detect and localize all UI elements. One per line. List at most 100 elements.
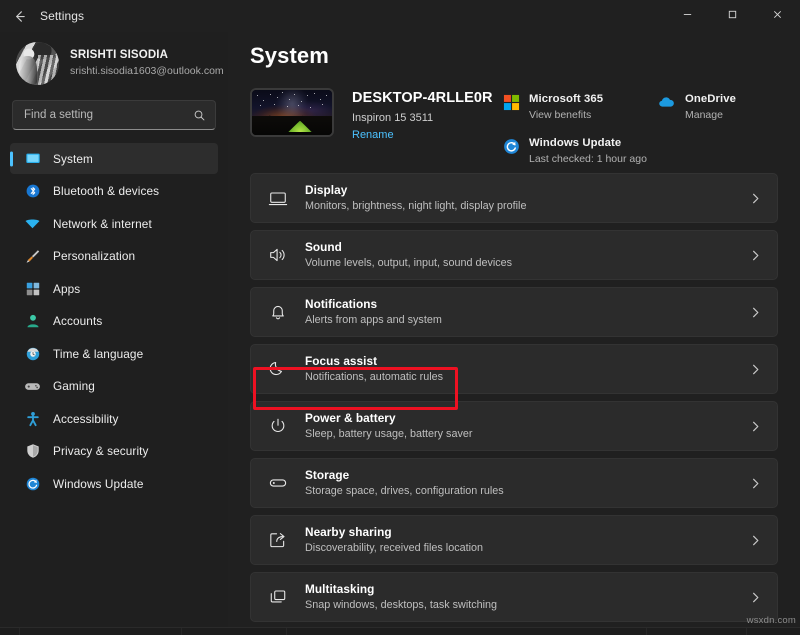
back-button[interactable]	[0, 0, 38, 32]
row-text: Sound Volume levels, output, input, soun…	[305, 240, 749, 271]
search-box[interactable]	[12, 100, 216, 130]
paintbrush-icon	[24, 248, 41, 265]
service-text: Microsoft 365 View benefits	[529, 92, 603, 123]
row-text: Power & battery Sleep, battery usage, ba…	[305, 411, 749, 442]
row-text: Multitasking Snap windows, desktops, tas…	[305, 582, 749, 613]
minimize-button[interactable]	[665, 0, 710, 32]
sidebar-item-label: Bluetooth & devices	[53, 184, 159, 198]
service-title: OneDrive	[685, 92, 736, 107]
row-title: Focus assist	[305, 354, 749, 369]
row-title: Display	[305, 183, 749, 198]
settings-row-focus-assist[interactable]: Focus assist Notifications, automatic ru…	[250, 344, 778, 394]
settings-list: Display Monitors, brightness, night ligh…	[250, 173, 778, 622]
sidebar-item-label: Gaming	[53, 379, 95, 393]
settings-row-storage[interactable]: Storage Storage space, drives, configura…	[250, 458, 778, 508]
sidebar-item-network-internet[interactable]: Network & internet	[10, 208, 218, 239]
chevron-right-icon	[749, 363, 764, 376]
close-icon	[772, 7, 783, 25]
window-controls	[665, 0, 800, 32]
speaker-icon	[267, 245, 288, 266]
sidebar-item-accounts[interactable]: Accounts	[10, 306, 218, 337]
power-icon	[267, 416, 288, 437]
row-subtitle: Storage space, drives, configuration rul…	[305, 484, 749, 499]
main-content: System	[228, 32, 800, 635]
sidebar-nav: System Bluetooth & devices Network & int…	[10, 142, 218, 499]
search-input[interactable]	[24, 109, 193, 121]
sidebar-item-windows-update[interactable]: Windows Update	[10, 468, 218, 499]
sidebar-item-bluetooth-devices[interactable]: Bluetooth & devices	[10, 176, 218, 207]
storage-icon	[267, 473, 288, 494]
account-email: srishti.sisodia1603@outlook.com	[70, 64, 213, 79]
minimize-icon	[682, 7, 693, 25]
wifi-icon	[24, 215, 41, 232]
settings-row-notifications[interactable]: Notifications Alerts from apps and syste…	[250, 287, 778, 337]
account-card[interactable]: SRISHTI SISODIA srishti.sisodia1603@outl…	[10, 32, 218, 97]
accessibility-icon	[24, 410, 41, 427]
sidebar-item-label: Accessibility	[53, 412, 119, 426]
apps-icon	[24, 280, 41, 297]
back-arrow-icon	[12, 9, 27, 24]
maximize-button[interactable]	[710, 0, 755, 32]
row-title: Sound	[305, 240, 749, 255]
row-text: Notifications Alerts from apps and syste…	[305, 297, 749, 328]
rename-link[interactable]: Rename	[352, 127, 493, 143]
maximize-icon	[727, 7, 738, 25]
service-card-microsoft-365[interactable]: Microsoft 365 View benefits	[502, 92, 654, 128]
sidebar-item-system[interactable]: System	[10, 143, 218, 174]
device-info: DESKTOP-4RLLE0R Inspiron 15 3511 Rename	[334, 85, 493, 143]
settings-row-power-battery[interactable]: Power & battery Sleep, battery usage, ba…	[250, 401, 778, 451]
row-text: Display Monitors, brightness, night ligh…	[305, 183, 749, 214]
settings-row-nearby-sharing[interactable]: Nearby sharing Discoverability, received…	[250, 515, 778, 565]
service-subtitle: Last checked: 1 hour ago	[529, 152, 647, 167]
sidebar-item-label: Personalization	[53, 249, 135, 263]
sidebar-item-apps[interactable]: Apps	[10, 273, 218, 304]
avatar	[16, 42, 59, 85]
shield-icon	[24, 443, 41, 460]
row-subtitle: Volume levels, output, input, sound devi…	[305, 256, 749, 271]
settings-row-display[interactable]: Display Monitors, brightness, night ligh…	[250, 173, 778, 223]
row-text: Nearby sharing Discoverability, received…	[305, 525, 749, 556]
row-subtitle: Discoverability, received files location	[305, 541, 749, 556]
chevron-right-icon	[749, 591, 764, 604]
chevron-right-icon	[749, 477, 764, 490]
sidebar-item-privacy-security[interactable]: Privacy & security	[10, 436, 218, 467]
row-subtitle: Monitors, brightness, night light, displ…	[305, 199, 749, 214]
nearby-sharing-icon	[267, 530, 288, 551]
bluetooth-icon	[24, 183, 41, 200]
taskbar[interactable]	[0, 627, 800, 635]
service-subtitle: Manage	[685, 108, 736, 123]
account-name: SRISHTI SISODIA	[70, 48, 213, 63]
row-text: Focus assist Notifications, automatic ru…	[305, 354, 749, 385]
row-title: Nearby sharing	[305, 525, 749, 540]
row-title: Power & battery	[305, 411, 749, 426]
search-icon	[193, 109, 206, 122]
row-title: Storage	[305, 468, 749, 483]
row-subtitle: Snap windows, desktops, task switching	[305, 598, 749, 613]
service-text: OneDrive Manage	[685, 92, 736, 123]
sidebar-item-gaming[interactable]: Gaming	[10, 371, 218, 402]
accounts-icon	[24, 313, 41, 330]
row-subtitle: Alerts from apps and system	[305, 313, 749, 328]
moon-icon	[267, 359, 288, 380]
sidebar-item-personalization[interactable]: Personalization	[10, 241, 218, 272]
multitasking-icon	[267, 587, 288, 608]
gamepad-icon	[24, 378, 41, 395]
settings-row-multitasking[interactable]: Multitasking Snap windows, desktops, tas…	[250, 572, 778, 622]
desktop-wallpaper-thumbnail	[250, 88, 334, 137]
sidebar-item-accessibility[interactable]: Accessibility	[10, 403, 218, 434]
window-title: Settings	[38, 9, 84, 23]
sidebar-item-time-language[interactable]: Time & language	[10, 338, 218, 369]
close-button[interactable]	[755, 0, 800, 32]
service-card-onedrive[interactable]: OneDrive Manage	[658, 92, 778, 128]
service-card-windows-update[interactable]: Windows Update Last checked: 1 hour ago	[502, 136, 654, 172]
row-subtitle: Sleep, battery usage, battery saver	[305, 427, 749, 442]
clock-globe-icon	[24, 345, 41, 362]
update-icon	[24, 475, 41, 492]
windows-update-icon	[502, 137, 520, 155]
row-title: Notifications	[305, 297, 749, 312]
settings-row-sound[interactable]: Sound Volume levels, output, input, soun…	[250, 230, 778, 280]
service-text: Windows Update Last checked: 1 hour ago	[529, 136, 647, 167]
settings-window: Settings	[0, 0, 800, 635]
sidebar-item-label: Windows Update	[53, 477, 144, 491]
device-summary: DESKTOP-4RLLE0R Inspiron 15 3511 Rename …	[250, 85, 778, 163]
